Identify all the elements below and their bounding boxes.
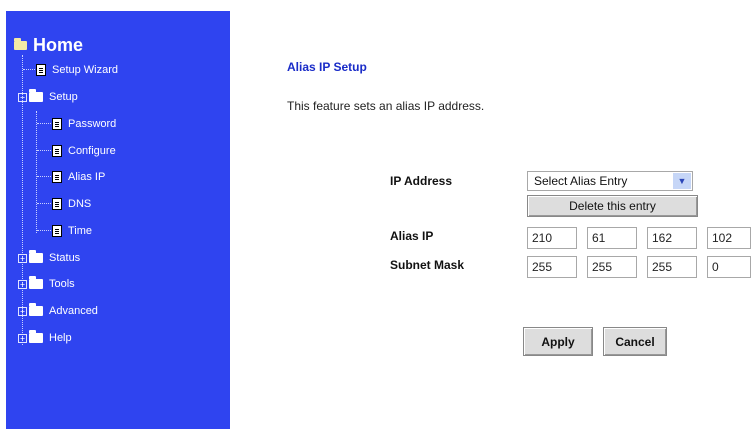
page-title: Alias IP Setup	[287, 60, 367, 74]
sidebar-item-label: Tools	[49, 278, 75, 290]
subnet-mask-octet-4[interactable]: 0	[707, 256, 751, 278]
sidebar-item-label: Password	[68, 118, 117, 130]
home-folder-icon	[14, 37, 27, 50]
sidebar-item-alias-ip[interactable]: Alias IP	[52, 168, 105, 186]
collapse-icon[interactable]: −	[18, 92, 27, 102]
sidebar-item-label: Advanced	[49, 305, 98, 317]
sidebar-item-dns[interactable]: DNS	[52, 195, 91, 213]
sidebar-item-time[interactable]: Time	[52, 222, 92, 240]
folder-icon	[29, 276, 43, 289]
sidebar-item-tools[interactable]: + Tools	[18, 275, 75, 293]
folder-icon	[29, 330, 43, 343]
sidebar-item-setup-wizard[interactable]: Setup Wizard	[36, 61, 118, 79]
sidebar-item-password[interactable]: Password	[52, 115, 116, 133]
folder-open-icon	[29, 89, 43, 102]
alias-entry-select-value: Select Alias Entry	[534, 174, 628, 188]
delete-entry-button[interactable]: Delete this entry	[527, 195, 698, 217]
cancel-button[interactable]: Cancel	[603, 327, 667, 356]
sidebar-item-label: Setup	[49, 91, 78, 103]
sidebar-nav: Home Setup Wizard − Setup Password Confi…	[6, 11, 230, 429]
expand-icon[interactable]: +	[18, 306, 27, 316]
tree-line	[37, 176, 51, 177]
document-icon	[36, 64, 46, 76]
tree-line	[37, 203, 51, 204]
tree-line	[37, 123, 51, 124]
sidebar-home-label: Home	[33, 34, 84, 55]
tree-line	[37, 230, 51, 231]
sidebar-home[interactable]: Home	[14, 35, 83, 55]
alias-ip-label: Alias IP	[390, 229, 434, 243]
alias-ip-octet-2[interactable]: 61	[587, 227, 637, 249]
tree-line	[37, 150, 51, 151]
sidebar-item-help[interactable]: + Help	[18, 329, 72, 347]
subnet-mask-octet-1[interactable]: 255	[527, 256, 577, 278]
sidebar-item-setup[interactable]: − Setup	[18, 88, 78, 106]
apply-button[interactable]: Apply	[523, 327, 593, 356]
page-description: This feature sets an alias IP address.	[287, 99, 485, 113]
sidebar-item-advanced[interactable]: + Advanced	[18, 302, 98, 320]
alias-ip-octet-4[interactable]: 102	[707, 227, 751, 249]
subnet-mask-octet-3[interactable]: 255	[647, 256, 697, 278]
document-icon	[52, 198, 62, 210]
sidebar-item-label: Time	[68, 225, 93, 237]
tree-line	[23, 69, 35, 70]
chevron-down-icon[interactable]: ▼	[673, 173, 691, 189]
expand-icon[interactable]: +	[18, 253, 27, 263]
sidebar-item-label: Help	[49, 332, 72, 344]
sidebar-item-label: Configure	[68, 145, 116, 157]
document-icon	[52, 225, 62, 237]
expand-icon[interactable]: +	[18, 333, 27, 343]
alias-entry-select[interactable]: Select Alias Entry ▼	[527, 171, 693, 191]
alias-ip-octet-1[interactable]: 210	[527, 227, 577, 249]
document-icon	[52, 118, 62, 130]
tree-line	[36, 111, 37, 233]
ip-address-label: IP Address	[390, 174, 453, 188]
document-icon	[52, 171, 62, 183]
folder-icon	[29, 303, 43, 316]
document-icon	[52, 145, 62, 157]
subnet-mask-octet-2[interactable]: 255	[587, 256, 637, 278]
folder-icon	[29, 250, 43, 263]
expand-icon[interactable]: +	[18, 279, 27, 289]
sidebar-item-label: Status	[49, 252, 81, 264]
sidebar-item-configure[interactable]: Configure	[52, 142, 116, 160]
sidebar-item-label: DNS	[68, 198, 92, 210]
sidebar-item-label: Setup Wizard	[52, 64, 119, 76]
sidebar-item-status[interactable]: + Status	[18, 249, 80, 267]
alias-ip-octet-3[interactable]: 162	[647, 227, 697, 249]
sidebar-item-label: Alias IP	[68, 171, 106, 183]
subnet-mask-label: Subnet Mask	[390, 258, 465, 272]
